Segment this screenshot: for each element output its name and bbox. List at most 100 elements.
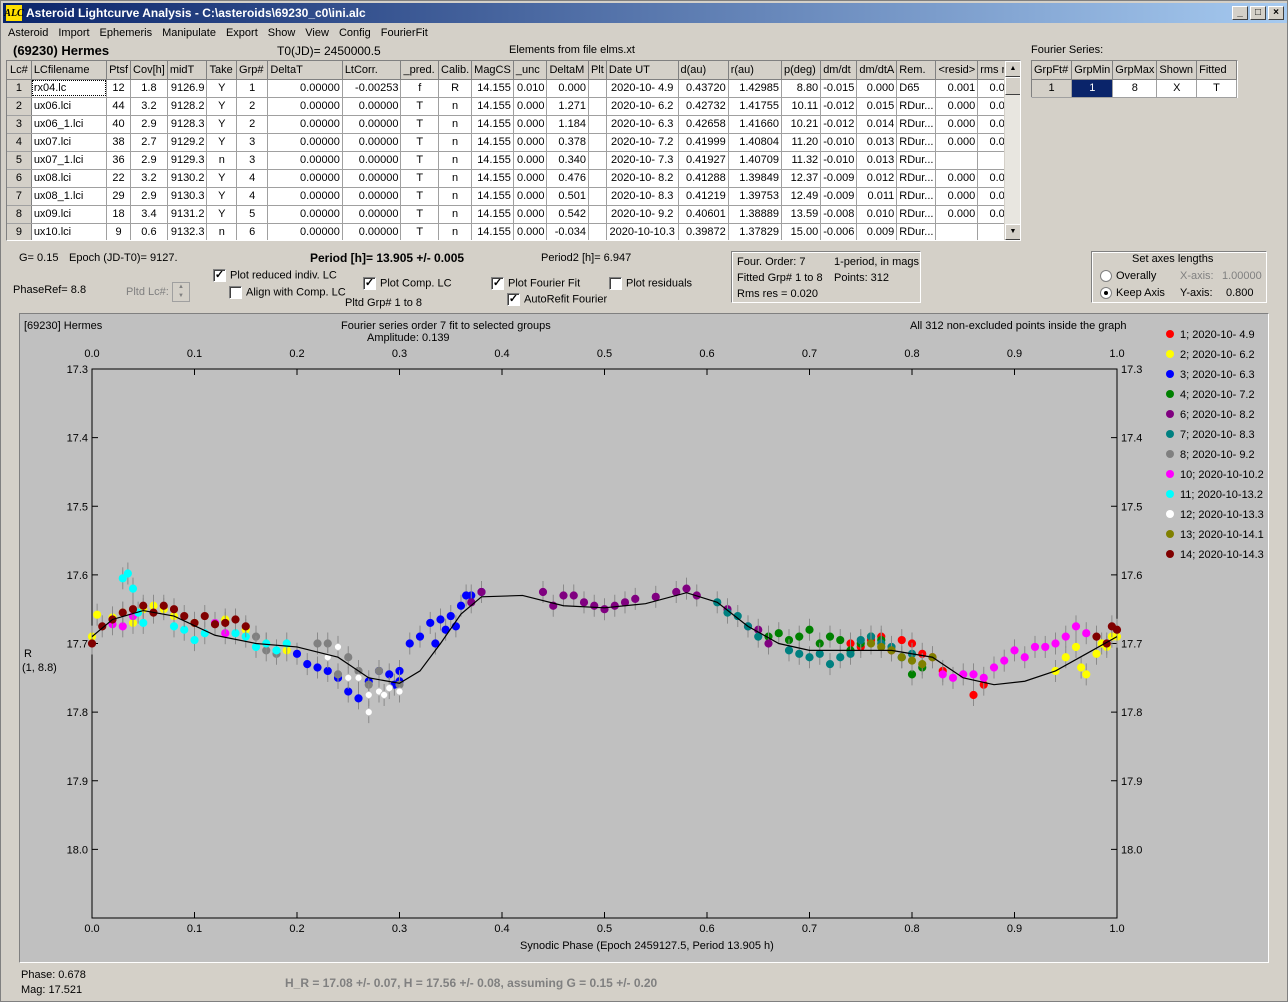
fourier-cell[interactable]: 1 — [1071, 79, 1114, 98]
table-cell[interactable]: 0.00000 — [342, 169, 402, 188]
menu-view[interactable]: View — [300, 27, 334, 39]
table-cell[interactable]: T — [400, 169, 440, 188]
table-cell[interactable]: 0.00000 — [267, 97, 343, 116]
row-header[interactable]: 7 — [7, 187, 32, 206]
column-header[interactable]: <resid> — [935, 61, 979, 80]
table-cell[interactable]: 38 — [106, 133, 132, 152]
table-cell[interactable]: -0.015 — [820, 79, 858, 98]
plot-reduced-checkbox[interactable]: ✓ Plot reduced indiv. LC — [213, 269, 337, 282]
table-cell[interactable]: 2020-10- 6.3 — [606, 115, 679, 134]
table-cell[interactable]: 0.41927 — [678, 151, 729, 170]
table-cell[interactable]: 0.39872 — [678, 223, 729, 240]
table-cell[interactable]: 6 — [236, 223, 269, 240]
table-cell[interactable]: 3.2 — [130, 97, 168, 116]
table-cell[interactable]: 0.010 — [856, 205, 898, 224]
table-cell[interactable]: RDur... — [896, 151, 937, 170]
table-cell[interactable]: -0.034 — [546, 223, 589, 240]
menu-fourierfit[interactable]: FourierFit — [376, 27, 433, 39]
table-cell[interactable]: RDur... — [896, 133, 937, 152]
menu-export[interactable]: Export — [221, 27, 263, 39]
scroll-thumb[interactable] — [1005, 77, 1020, 95]
table-cell[interactable]: 1.39753 — [728, 187, 782, 206]
table-cell[interactable]: 0.43720 — [678, 79, 729, 98]
table-cell[interactable] — [588, 205, 607, 224]
table-row[interactable]: 6 ux08.lci 22 3.2 9130.2 Y 4 0.00000 0.00000 Tn 14… — [7, 169, 1020, 188]
table-cell[interactable]: 1.38889 — [728, 205, 782, 224]
fourier-cell[interactable]: T — [1196, 79, 1237, 98]
column-header[interactable]: DeltaM — [546, 61, 589, 80]
table-cell[interactable]: RDur... — [896, 187, 937, 206]
table-cell[interactable]: -0.009 — [820, 169, 858, 188]
plot-comp-checkbox[interactable]: ✓ Plot Comp. LC — [363, 277, 452, 290]
table-cell[interactable]: 0.40601 — [678, 205, 729, 224]
table-cell[interactable]: ux08.lci — [31, 169, 108, 188]
table-cell[interactable]: 0.00000 — [342, 187, 402, 206]
plot-fourier-checkbox[interactable]: ✓ Plot Fourier Fit — [491, 277, 580, 290]
scroll-up-button[interactable]: ▲ — [1005, 61, 1020, 77]
column-header[interactable]: GrpMin — [1071, 61, 1114, 80]
table-cell[interactable]: 8.80 — [781, 79, 822, 98]
table-row[interactable]: 3 ux06_1.lci 40 2.9 9128.3 Y 2 0.00000 0.00000 Tn… — [7, 115, 1020, 134]
table-cell[interactable] — [588, 115, 607, 134]
table-cell[interactable]: 9129.2 — [167, 133, 208, 152]
table-cell[interactable]: 2020-10- 7.3 — [606, 151, 679, 170]
column-header[interactable]: Lc# — [7, 61, 32, 80]
table-cell[interactable]: 0.41999 — [678, 133, 729, 152]
table-cell[interactable] — [588, 97, 607, 116]
table-cell[interactable]: 2.7 — [130, 133, 168, 152]
table-cell[interactable] — [588, 169, 607, 188]
table-cell[interactable]: 10.11 — [781, 97, 822, 116]
table-cell[interactable]: 1.40709 — [728, 151, 782, 170]
column-header[interactable]: _pred. — [400, 61, 440, 80]
table-cell[interactable]: T — [400, 187, 440, 206]
table-cell[interactable]: RDur... — [896, 169, 937, 188]
table-cell[interactable]: 0.009 — [856, 223, 898, 240]
row-header[interactable]: 1 — [7, 79, 32, 98]
maximize-button[interactable]: □ — [1250, 6, 1266, 20]
table-cell[interactable]: 0.501 — [546, 187, 589, 206]
table-cell[interactable]: -0.006 — [820, 223, 858, 240]
table-cell[interactable]: n — [438, 115, 473, 134]
table-cell[interactable]: RDur... — [896, 97, 937, 116]
table-cell[interactable]: 0.00000 — [267, 223, 343, 240]
table-cell[interactable]: 12 — [106, 79, 132, 98]
column-header[interactable]: Ptsf — [106, 61, 132, 80]
column-header[interactable]: Date UT — [606, 61, 679, 80]
table-cell[interactable]: 1.41660 — [728, 115, 782, 134]
table-cell[interactable]: 2020-10- 7.2 — [606, 133, 679, 152]
table-cell[interactable]: 0.00000 — [267, 133, 343, 152]
table-cell[interactable]: 2020-10- 8.2 — [606, 169, 679, 188]
table-cell[interactable]: -0.010 — [820, 133, 858, 152]
table-cell[interactable] — [588, 151, 607, 170]
table-cell[interactable]: 2020-10-10.3 — [606, 223, 679, 240]
table-cell[interactable]: ux10.lci — [31, 223, 108, 240]
table-cell[interactable]: n — [438, 187, 473, 206]
row-header[interactable]: 8 — [7, 205, 32, 224]
row-header[interactable]: 4 — [7, 133, 32, 152]
align-comp-checkbox[interactable]: Align with Comp. LC — [229, 286, 346, 299]
table-cell[interactable]: 0.014 — [856, 115, 898, 134]
table-cell[interactable]: 14.155 — [471, 187, 514, 206]
table-cell[interactable]: 3 — [236, 151, 269, 170]
table-cell[interactable]: 9131.2 — [167, 205, 208, 224]
table-cell[interactable]: 0.000 — [513, 115, 548, 134]
column-header[interactable]: d(au) — [678, 61, 729, 80]
table-cell[interactable]: D65 — [896, 79, 937, 98]
table-cell[interactable]: 0.000 — [935, 133, 979, 152]
menu-asteroid[interactable]: Asteroid — [3, 27, 53, 39]
table-cell[interactable]: -0.009 — [820, 187, 858, 206]
table-cell[interactable]: 1.42985 — [728, 79, 782, 98]
table-cell[interactable]: T — [400, 133, 440, 152]
column-header[interactable]: MagCS — [471, 61, 514, 80]
table-cell[interactable]: n — [438, 169, 473, 188]
table-cell[interactable]: RDur... — [896, 205, 937, 224]
plot-residuals-checkbox[interactable]: Plot residuals — [609, 277, 692, 290]
table-cell[interactable]: 0.542 — [546, 205, 589, 224]
table-cell[interactable]: R — [438, 79, 473, 98]
column-header[interactable]: r(au) — [728, 61, 782, 80]
table-cell[interactable]: 3.2 — [130, 169, 168, 188]
fourier-cell[interactable]: 1 — [1032, 79, 1073, 98]
table-cell[interactable]: 9128.3 — [167, 115, 208, 134]
table-cell[interactable]: RDur... — [896, 223, 937, 240]
table-scrollbar[interactable]: ▲ ▼ — [1004, 61, 1020, 240]
